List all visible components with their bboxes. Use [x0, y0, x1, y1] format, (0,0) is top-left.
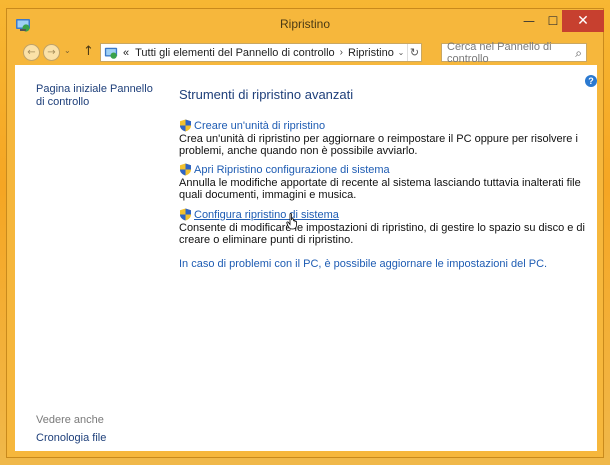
title-bar[interactable]: Ripristino — ☐ ✕ [7, 9, 604, 41]
back-button[interactable]: ← [23, 44, 40, 61]
up-button[interactable]: ↑ [83, 44, 94, 59]
window-title: Ripristino [279, 17, 330, 31]
control-panel-icon [104, 47, 118, 59]
breadcrumb-recovery[interactable]: Ripristino [348, 47, 394, 59]
task-open-system-restore: Apri Ripristino configurazione di sistem… [179, 163, 589, 201]
sidebar-item-file-history[interactable]: Cronologia file [36, 432, 106, 444]
uac-shield-icon [180, 163, 191, 176]
open-system-restore-link[interactable]: Apri Ripristino configurazione di sistem… [179, 163, 589, 176]
forward-button[interactable]: → [43, 44, 60, 61]
address-bar[interactable]: « Tutti gli elementi del Pannello di con… [100, 43, 422, 62]
window: Ripristino — ☐ ✕ ← → ⌄ ↑ « Tutti gli ele… [6, 8, 604, 458]
task-description: Consente di modificare le impostazioni d… [179, 222, 585, 246]
task-configure-system-restore: Configura ripristino di sistema Consente… [179, 208, 589, 246]
content-area: Pagina iniziale Pannello di controllo Ve… [15, 65, 597, 451]
search-placeholder: Cerca nel Pannello di controllo [447, 40, 552, 65]
task-create-recovery-drive: Creare un'unità di ripristino Crea un'un… [179, 119, 589, 157]
help-icon[interactable]: ? [585, 75, 597, 87]
task-label[interactable]: Configura ripristino di sistema [194, 209, 339, 221]
create-recovery-drive-link[interactable]: Creare un'unità di ripristino [179, 119, 589, 132]
see-also-heading: Vedere anche [36, 414, 104, 426]
address-overflow[interactable]: « [123, 47, 129, 59]
refresh-pc-settings-link[interactable]: In caso di problemi con il PC, è possibi… [179, 258, 547, 270]
task-description: Annulla le modifiche apportate di recent… [179, 177, 581, 201]
breadcrumb-separator-icon[interactable]: › [340, 47, 343, 58]
hand-cursor-icon [286, 213, 297, 230]
sidebar: Pagina iniziale Pannello di controllo Ve… [15, 65, 165, 451]
recent-locations-dropdown-icon[interactable]: ⌄ [64, 46, 71, 55]
address-dropdown-icon[interactable]: ⌄ [395, 44, 407, 61]
configure-system-restore-link[interactable]: Configura ripristino di sistema [179, 208, 589, 221]
close-button[interactable]: ✕ [562, 10, 604, 32]
task-label[interactable]: Creare un'unità di ripristino [194, 120, 325, 132]
uac-shield-icon [180, 119, 191, 132]
breadcrumb-all-control-panel-items[interactable]: Tutti gli elementi del Pannello di contr… [135, 47, 335, 59]
search-icon[interactable]: ⌕ [575, 46, 582, 61]
navigation-toolbar: ← → ⌄ ↑ « Tutti gli elementi del Pannell… [15, 41, 597, 65]
task-description: Crea un'unità di ripristino per aggiorna… [179, 133, 578, 157]
page-title: Strumenti di ripristino avanzati [179, 87, 354, 102]
refresh-icon[interactable]: ↻ [407, 44, 421, 61]
sidebar-item-control-panel-home[interactable]: Pagina iniziale Pannello di controllo [36, 83, 156, 109]
uac-shield-icon [180, 208, 191, 221]
task-label[interactable]: Apri Ripristino configurazione di sistem… [194, 164, 390, 176]
search-input[interactable]: Cerca nel Pannello di controllo ⌕ [441, 40, 587, 65]
